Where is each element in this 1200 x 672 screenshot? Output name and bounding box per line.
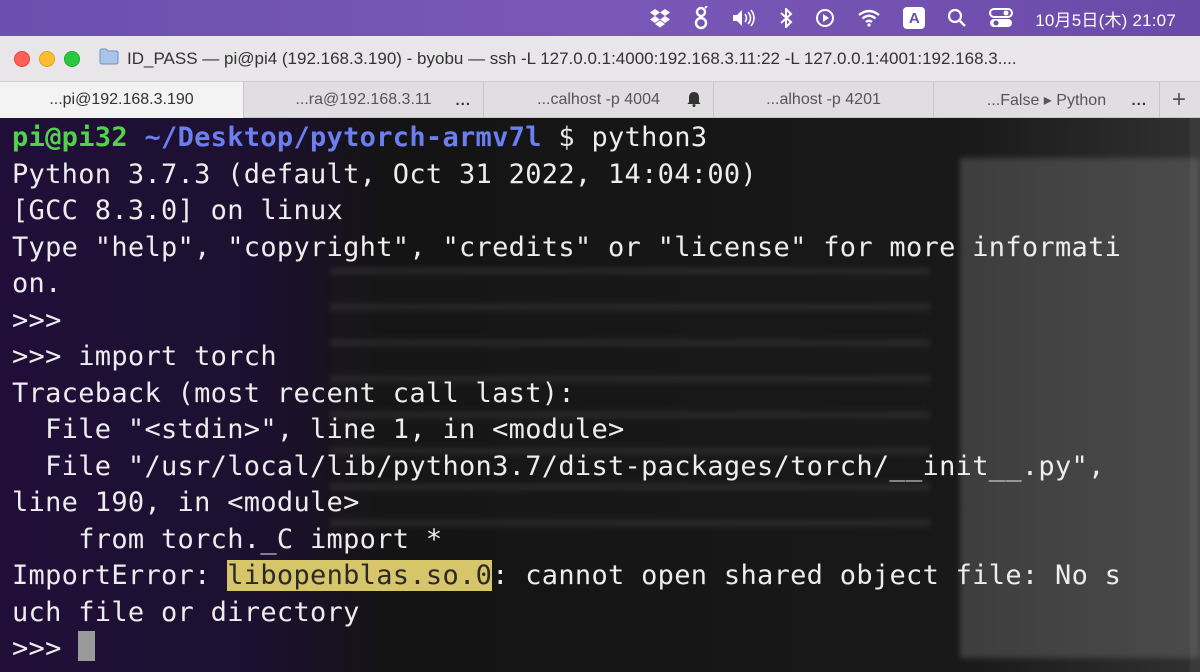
error-prefix: ImportError: bbox=[12, 560, 228, 591]
output-line: Traceback (most recent call last): bbox=[12, 377, 575, 409]
terminal-output: pi@pi32 ~/Desktop/pytorch-armv7l $ pytho… bbox=[12, 120, 1121, 668]
tab-label: ...ra@192.168.3.11 bbox=[295, 91, 432, 108]
tab-bar: ...pi@192.168.3.190 ...ra@192.168.3.11 .… bbox=[0, 82, 1200, 118]
output-line: from torch._C import * bbox=[12, 523, 443, 555]
tab-python[interactable]: ...False ▸ Python ... bbox=[934, 82, 1160, 118]
output-line: on. bbox=[12, 268, 62, 299]
output-line: >>> bbox=[12, 304, 62, 336]
command-text: python3 bbox=[591, 122, 708, 153]
output-line: File "<stdin>", line 1, in <module> bbox=[12, 414, 625, 445]
dropbox-icon[interactable] bbox=[649, 0, 671, 36]
bell-icon bbox=[687, 91, 701, 112]
input-source-label: A bbox=[903, 7, 926, 29]
new-tab-button[interactable]: + bbox=[1160, 82, 1198, 118]
tab-label: ...calhost -p 4004 bbox=[537, 91, 660, 108]
more-icon: ... bbox=[1131, 92, 1147, 109]
play-circle-icon[interactable] bbox=[815, 0, 835, 36]
prompt-user: pi@pi32 bbox=[12, 122, 128, 153]
tab-label: ...pi@192.168.3.190 bbox=[49, 91, 194, 108]
control-center-icon[interactable] bbox=[989, 0, 1014, 36]
tab-localhost-4004[interactable]: ...calhost -p 4004 bbox=[484, 82, 714, 118]
tab-label: ...False ▸ Python bbox=[986, 92, 1107, 109]
search-icon[interactable] bbox=[947, 0, 967, 36]
menu-bar: A 10月5日(木) 21:07 bbox=[0, 0, 1200, 36]
title-bar[interactable]: ID_PASS — pi@pi4 (192.168.3.190) - byobu… bbox=[0, 36, 1200, 82]
input-source-badge[interactable]: A bbox=[903, 0, 926, 36]
final-prompt: >>> bbox=[12, 633, 79, 664]
terminal-window: ID_PASS — pi@pi4 (192.168.3.190) - byobu… bbox=[0, 36, 1200, 672]
error-continuation: uch file or directory bbox=[12, 596, 360, 628]
terminal-content[interactable]: pi@pi32 ~/Desktop/pytorch-armv7l $ pytho… bbox=[0, 118, 1200, 672]
tab-ra-11[interactable]: ...ra@192.168.3.11 ... bbox=[244, 82, 484, 118]
bluetooth-icon[interactable] bbox=[779, 0, 793, 36]
script-icon[interactable] bbox=[693, 0, 709, 36]
folder-icon bbox=[99, 48, 119, 70]
window-controls bbox=[14, 50, 89, 67]
error-rest: : cannot open shared object file: No s bbox=[492, 560, 1122, 591]
output-line: Python 3.7.3 (default, Oct 31 2022, 14:0… bbox=[12, 158, 757, 190]
highlighted-library: libopenblas.so.0 bbox=[227, 560, 493, 591]
volume-icon[interactable] bbox=[731, 0, 757, 36]
tab-label: ...alhost -p 4201 bbox=[766, 91, 881, 108]
scrollbar[interactable] bbox=[1190, 118, 1200, 672]
output-line: [GCC 8.3.0] on linux bbox=[12, 195, 344, 226]
more-icon: ... bbox=[455, 92, 471, 109]
tab-localhost-4201[interactable]: ...alhost -p 4201 bbox=[714, 82, 934, 118]
output-line: Type "help", "copyright", "credits" or "… bbox=[12, 231, 1122, 263]
prompt-symbol: $ bbox=[558, 122, 575, 153]
prompt-path: ~/Desktop/pytorch-armv7l bbox=[144, 122, 542, 153]
output-line: line 190, in <module> bbox=[12, 487, 360, 518]
menubar-clock[interactable]: 10月5日(木) 21:07 bbox=[1035, 0, 1176, 36]
minimize-button[interactable] bbox=[39, 50, 55, 67]
wifi-icon[interactable] bbox=[857, 0, 881, 36]
window-title: ID_PASS — pi@pi4 (192.168.3.190) - byobu… bbox=[127, 48, 1017, 68]
text-cursor bbox=[78, 631, 96, 661]
close-button[interactable] bbox=[14, 50, 30, 67]
zoom-button[interactable] bbox=[64, 50, 80, 67]
tab-pi-190[interactable]: ...pi@192.168.3.190 bbox=[0, 82, 244, 118]
output-line: >>> import torch bbox=[12, 341, 277, 372]
output-line: File "/usr/local/lib/python3.7/dist-pack… bbox=[12, 450, 1105, 482]
